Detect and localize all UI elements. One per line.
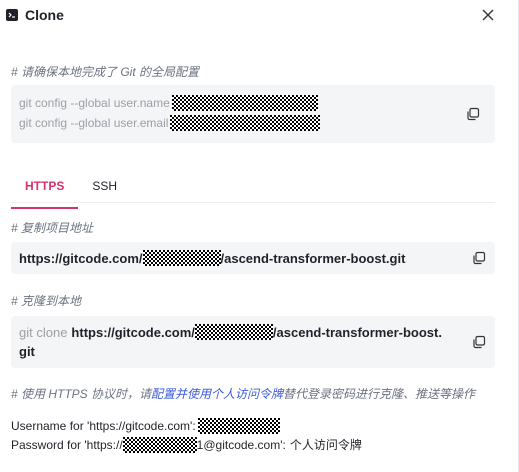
redacted-email [170, 115, 321, 131]
redacted-username [197, 418, 280, 434]
repo-url-prefix: https://gitcode.com/ [19, 250, 143, 266]
dialog-title: Clone [25, 7, 64, 23]
redacted-owner [142, 250, 221, 266]
password-mid: 1@gitcode.com': [196, 437, 286, 452]
copy-icon[interactable] [471, 334, 487, 350]
password-value: 个人访问令牌 [289, 438, 362, 452]
config-name-line: git config --global user.name [19, 95, 318, 111]
clone-url-suffix: /ascend-transformer-boost. [272, 324, 442, 340]
copy-icon[interactable] [465, 106, 481, 122]
https-note-after: 替代登录密码进行克隆、推送等操作 [283, 387, 476, 401]
repo-url-box: https://gitcode.com/ /ascend-transformer… [11, 242, 495, 274]
tab-ssh[interactable]: SSH [78, 173, 131, 203]
clone-command: git clone https://gitcode.com/ /ascend-t… [19, 324, 442, 340]
password-line: Password for 'https:// 1@gitcode.com': 个… [11, 436, 362, 453]
username-line: Username for 'https://gitcode.com': [11, 418, 280, 434]
copy-icon[interactable] [471, 250, 487, 266]
https-note-before: # 使用 HTTPS 协议时，请 [11, 387, 152, 401]
tab-https[interactable]: HTTPS [11, 173, 79, 209]
config-email-line: git config --global user.email [19, 115, 321, 131]
config-note: # 请确保本地完成了 Git 的全局配置 [11, 65, 200, 79]
clone-note: # 克隆到本地 [11, 294, 82, 308]
clone-command-tail: git [19, 344, 35, 359]
username-prefix: Username for 'https://gitcode.com': [11, 419, 196, 433]
redacted-owner [194, 324, 273, 340]
config-code-box: git config --global user.name git config… [11, 85, 495, 143]
config-email-text: git config --global user.email [19, 116, 169, 130]
clone-cmd: git clone [19, 324, 68, 340]
copy-url-note: # 复制项目地址 [11, 221, 94, 235]
dialog-header: Clone [0, 0, 519, 30]
access-token-link[interactable]: 配置并使用个人访问令牌 [151, 387, 283, 401]
redacted-username [171, 95, 318, 111]
clone-command-box: git clone https://gitcode.com/ /ascend-t… [11, 316, 495, 368]
protocol-tabs: HTTPS SSH [11, 173, 131, 209]
clone-dialog: Clone # 请确保本地完成了 Git 的全局配置 git config --… [0, 0, 519, 472]
password-prefix: Password for 'https:// [11, 437, 123, 452]
redacted-owner [122, 436, 197, 453]
clone-url-prefix: https://gitcode.com/ [71, 324, 195, 340]
terminal-icon [6, 9, 18, 21]
config-name-text: git config --global user.name [19, 96, 170, 110]
clone-url-tail: git [19, 344, 35, 359]
https-note: # 使用 HTTPS 协议时，请配置并使用个人访问令牌替代登录密码进行克隆、推送… [11, 385, 475, 402]
repo-url-suffix: /ascend-transformer-boost.git [220, 250, 406, 266]
repo-url: https://gitcode.com/ /ascend-transformer… [19, 250, 405, 266]
close-icon[interactable] [479, 6, 497, 24]
tabs-divider [11, 202, 495, 203]
